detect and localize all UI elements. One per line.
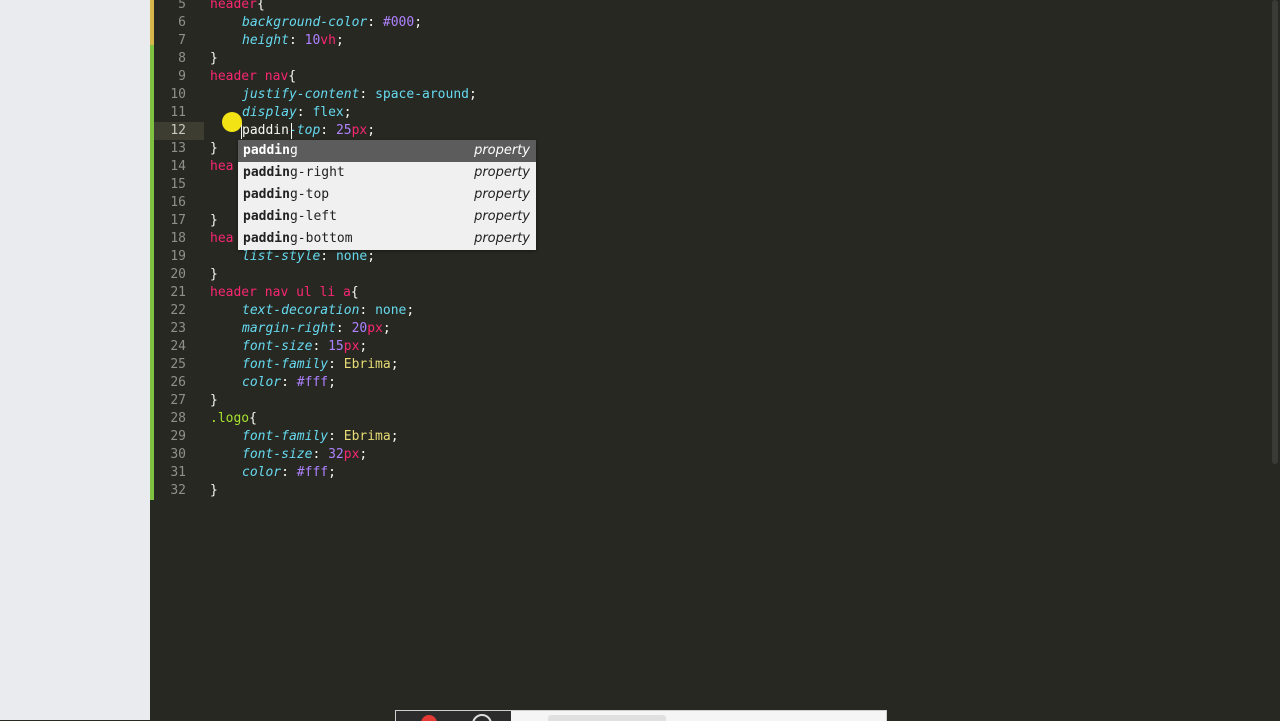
code-line[interactable]: display: flex; [242, 104, 352, 122]
code-line[interactable]: font-size: 32px; [242, 446, 367, 464]
code-line[interactable]: } [210, 482, 218, 500]
line-number: 27 [170, 393, 186, 408]
autocomplete-item-padding[interactable]: padding property [238, 140, 536, 162]
line-number: 7 [178, 33, 186, 48]
line-number: 25 [170, 357, 186, 372]
code-line[interactable]: header nav ul li a{ [210, 284, 359, 302]
bottom-toolbar [395, 710, 887, 721]
mouse-pointer-highlight [222, 112, 242, 132]
line-number: 8 [178, 51, 186, 66]
code-line[interactable]: color: #fff; [242, 464, 336, 482]
line-number: 32 [170, 483, 186, 498]
line-number: 15 [170, 177, 186, 192]
code-line[interactable]: text-decoration: none; [242, 302, 414, 320]
code-line[interactable]: } [210, 266, 218, 284]
autocomplete-item-padding-left[interactable]: padding-left property [238, 206, 536, 228]
code-line[interactable]: hea [210, 230, 233, 248]
line-number: 22 [170, 303, 186, 318]
code-line[interactable]: } [210, 392, 218, 410]
left-side-panel [0, 0, 150, 720]
line-number: 16 [170, 195, 186, 210]
code-line[interactable]: font-family: Ebrima; [242, 428, 399, 446]
line-number: 26 [170, 375, 186, 390]
autocomplete-popup[interactable]: padding property padding-right property pa… [238, 140, 536, 250]
scrollbar-thumb[interactable] [1272, 0, 1278, 464]
line-number: 18 [170, 231, 186, 246]
line-number: 12 [170, 123, 186, 138]
line-number: 6 [178, 15, 186, 30]
autocomplete-item-padding-right[interactable]: padding-right property [238, 162, 536, 184]
code-line[interactable]: } [210, 50, 218, 68]
code-line[interactable]: hea [210, 158, 233, 176]
line-number: 23 [170, 321, 186, 336]
line-number: 13 [170, 141, 186, 156]
line-number: 20 [170, 267, 186, 282]
code-line[interactable]: font-family: Ebrima; [242, 356, 399, 374]
line-number: 24 [170, 339, 186, 354]
code-line[interactable]: header nav{ [210, 68, 296, 86]
code-line[interactable]: margin-right: 20px; [242, 320, 391, 338]
autocomplete-item-padding-top[interactable]: padding-top property [238, 184, 536, 206]
line-number: 17 [170, 213, 186, 228]
code-line[interactable]: font-size: 15px; [242, 338, 367, 356]
line-number: 29 [170, 429, 186, 444]
code-line[interactable]: header{ [210, 0, 265, 14]
line-number: 30 [170, 447, 186, 462]
line-number: 19 [170, 249, 186, 264]
line-number: 11 [170, 105, 186, 120]
code-line[interactable]: justify-content: space-around; [242, 86, 477, 104]
line-number: 10 [170, 87, 186, 102]
code-line[interactable]: color: #fff; [242, 374, 336, 392]
code-line-current[interactable]: paddin-top: 25px; [242, 122, 375, 140]
line-number: 28 [170, 411, 186, 426]
code-line[interactable]: } [210, 212, 218, 230]
line-number: 21 [170, 285, 186, 300]
code-line[interactable]: } [210, 140, 218, 158]
line-number: 5 [178, 0, 186, 12]
code-editor[interactable]: 5 6 7 8 9 10 11 12 13 14 15 16 17 18 19 … [150, 0, 1280, 720]
line-number: 31 [170, 465, 186, 480]
code-line[interactable]: height: 10vh; [242, 32, 344, 50]
toolbar-tab[interactable] [548, 715, 666, 721]
text-cursor [291, 123, 292, 139]
code-line[interactable]: background-color: #000; [242, 14, 422, 32]
line-number: 9 [178, 69, 186, 84]
code-line[interactable]: list-style: none; [242, 248, 375, 266]
vertical-scrollbar[interactable] [1270, 0, 1280, 720]
code-line[interactable]: .logo{ [210, 410, 257, 428]
autocomplete-item-padding-bottom[interactable]: padding-bottom property [238, 228, 536, 250]
line-number: 14 [170, 159, 186, 174]
